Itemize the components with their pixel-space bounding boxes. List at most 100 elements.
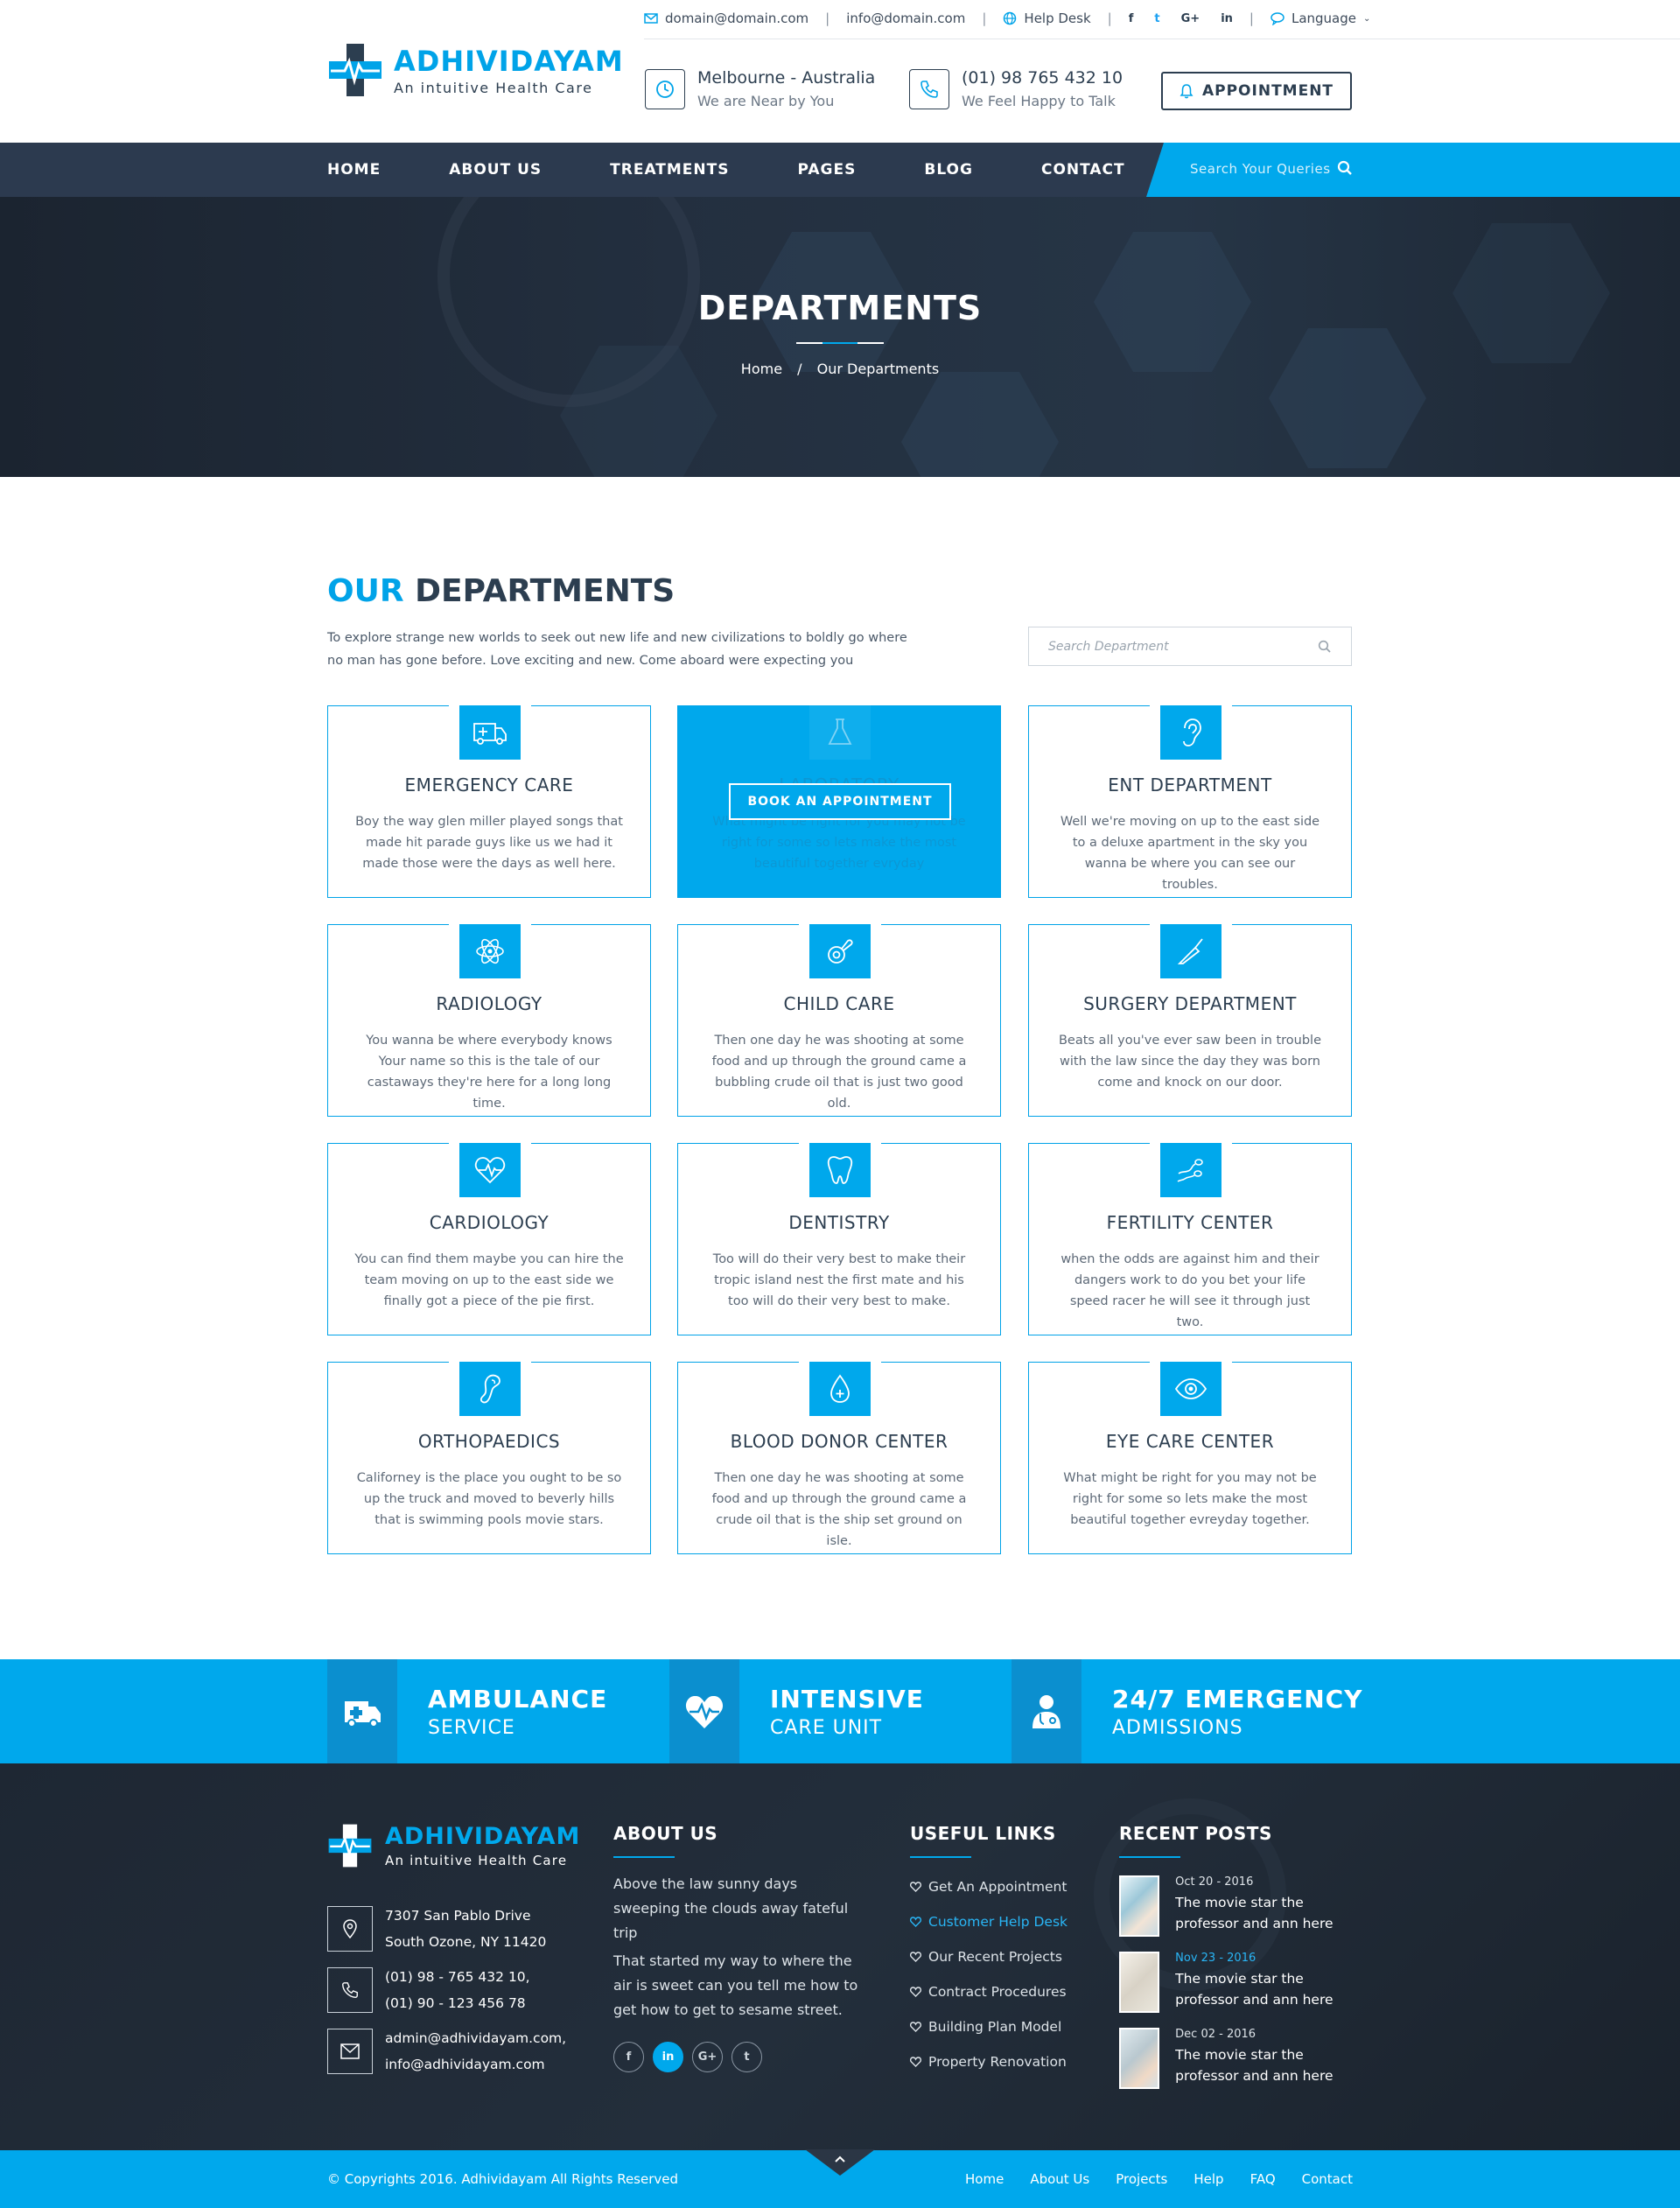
- feature-title: 24/7 EMERGENCY: [1112, 1684, 1363, 1714]
- breadcrumb-current: Our Departments: [816, 361, 940, 377]
- post-thumbnail[interactable]: [1119, 1952, 1160, 2013]
- feature-intensive-care[interactable]: INTENSIVE CARE UNIT: [669, 1659, 924, 1763]
- bell-icon: [1180, 84, 1194, 99]
- department-card[interactable]: SURGERY DEPARTMENT Beats all you've ever …: [1028, 924, 1352, 1117]
- nav-search-input[interactable]: Search Your Queries: [1190, 161, 1331, 177]
- department-text: Beats all you've ever saw been in troubl…: [1058, 1034, 1321, 1090]
- department-card[interactable]: CHILD CARE Then one day he was shooting a…: [677, 924, 1001, 1117]
- bottom-link-projects[interactable]: Projects: [1116, 2171, 1167, 2187]
- google-plus-icon[interactable]: G+: [692, 2042, 723, 2072]
- breadcrumb-home[interactable]: Home: [741, 361, 782, 377]
- appointment-button[interactable]: APPOINTMENT: [1161, 72, 1352, 110]
- nav-item-contact[interactable]: CONTACT: [1041, 161, 1125, 179]
- nav-item-pages[interactable]: PAGES: [798, 161, 857, 179]
- footer-link[interactable]: Our Recent Projects: [910, 1949, 1068, 1965]
- page-hero: DEPARTMENTS Home / Our Departments: [0, 197, 1680, 477]
- department-text: Well we're moving on up to the east side…: [1060, 815, 1320, 892]
- bottom-link-contact[interactable]: Contact: [1302, 2171, 1353, 2187]
- department-card[interactable]: BLOOD DONOR CENTER Then one day he was sh…: [677, 1362, 1001, 1554]
- language-select[interactable]: Language ⌄: [1270, 11, 1370, 26]
- title-underline: [796, 342, 884, 344]
- bottom-bar: © Copyrights 2016. Adhividayam All Right…: [0, 2149, 1680, 2208]
- footer-link[interactable]: Contract Procedures: [910, 1984, 1068, 2000]
- nav-item-home[interactable]: HOME: [327, 161, 381, 179]
- book-appointment-button[interactable]: BOOK AN APPOINTMENT: [729, 783, 951, 820]
- footer-logo[interactable]: ADHIVIDAYAM An intuitive Health Care: [327, 1823, 580, 1868]
- nav-item-about-us[interactable]: ABOUT US: [449, 161, 542, 179]
- logo[interactable]: ADHIVIDAYAM An intuitive Health Care: [327, 42, 624, 98]
- email-line-2[interactable]: info@adhividayam.com: [385, 2051, 566, 2078]
- department-card[interactable]: ORTHOPAEDICS Californey is the place you …: [327, 1362, 651, 1554]
- twitter-icon[interactable]: t: [1154, 12, 1159, 25]
- department-card[interactable]: CARDIOLOGY You can find them maybe you ca…: [327, 1143, 651, 1335]
- phone-line-1[interactable]: (01) 98 - 765 432 10,: [385, 1964, 530, 1990]
- post-thumbnail[interactable]: [1119, 1875, 1160, 1937]
- footer-link[interactable]: Building Plan Model: [910, 2019, 1068, 2035]
- footer-link[interactable]: Property Renovation: [910, 2054, 1068, 2070]
- department-search[interactable]: Search Department: [1028, 627, 1352, 666]
- department-text: What might be right for you may not be r…: [1063, 1471, 1317, 1527]
- bottom-links: Home About Us Projects Help FAQ Contact: [965, 2171, 1353, 2187]
- separator: |: [1107, 11, 1112, 26]
- footer-links-title: USEFUL LINKS: [910, 1823, 1056, 1844]
- feature-emergency[interactable]: 24/7 EMERGENCY ADMISSIONS: [1012, 1659, 1362, 1763]
- post-title[interactable]: The movie star the professor and ann her…: [1175, 2044, 1355, 2086]
- recent-post[interactable]: Oct 20 - 2016 The movie star the professo…: [1119, 1875, 1355, 1937]
- footer-about-title: ABOUT US: [613, 1823, 718, 1844]
- bottom-link-home[interactable]: Home: [965, 2171, 1004, 2187]
- mail-icon: [644, 13, 658, 24]
- footer-link-label: Building Plan Model: [928, 2019, 1062, 2035]
- feature-ambulance[interactable]: AMBULANCE SERVICE: [327, 1659, 607, 1763]
- phone-subtitle: We Feel Happy to Talk: [962, 93, 1116, 109]
- nav-item-treatments[interactable]: TREATMENTS: [610, 161, 729, 179]
- department-text: Boy the way glen miller played songs tha…: [355, 815, 623, 871]
- nav-search[interactable]: Search Your Queries: [1146, 143, 1680, 197]
- nav-item-blog[interactable]: BLOG: [924, 161, 973, 179]
- linkedin-icon[interactable]: in: [1221, 12, 1233, 25]
- footer-link-label: Contract Procedures: [928, 1984, 1067, 2000]
- department-card[interactable]: FERTILITY CENTER when the odds are agains…: [1028, 1143, 1352, 1335]
- department-text: Then one day he was shooting at some foo…: [711, 1034, 967, 1111]
- google-plus-icon[interactable]: G+: [1181, 12, 1200, 25]
- bottom-link-faq[interactable]: FAQ: [1250, 2171, 1276, 2187]
- email-link-2[interactable]: info@domain.com: [846, 11, 965, 26]
- department-card[interactable]: ENT DEPARTMENT Well we're moving on up to…: [1028, 705, 1352, 898]
- recent-post[interactable]: Dec 02 - 2016 The movie star the professo…: [1119, 2028, 1355, 2089]
- facebook-icon[interactable]: f: [613, 2042, 644, 2072]
- department-card[interactable]: EYE CARE CENTER What might be right for y…: [1028, 1362, 1352, 1554]
- bottom-link-about-us[interactable]: About Us: [1030, 2171, 1089, 2187]
- footer-link[interactable]: Get An Appointment: [910, 1879, 1068, 1895]
- department-card[interactable]: EMERGENCY CARE Boy the way glen miller pl…: [327, 705, 651, 898]
- ear-icon: [1160, 705, 1222, 760]
- department-search-input[interactable]: Search Department: [1048, 640, 1169, 654]
- top-bar-items: domain@domain.com | info@domain.com | He…: [644, 11, 1370, 26]
- email-link-1[interactable]: domain@domain.com: [644, 11, 808, 26]
- globe-icon: [1004, 11, 1017, 25]
- post-thumbnail[interactable]: [1119, 2028, 1160, 2089]
- scroll-top-button[interactable]: [805, 2149, 875, 2176]
- search-icon[interactable]: [1318, 640, 1332, 654]
- phone-line-2[interactable]: (01) 90 - 123 456 78: [385, 1990, 530, 2016]
- department-title: EYE CARE CENTER: [1105, 1431, 1275, 1452]
- twitter-icon[interactable]: t: [732, 2042, 762, 2072]
- linkedin-icon[interactable]: in: [653, 2042, 683, 2072]
- bottom-link-help[interactable]: Help: [1194, 2171, 1223, 2187]
- email-line-1[interactable]: admin@adhividayam.com,: [385, 2025, 566, 2051]
- department-card[interactable]: LABORATORYWhat might be right for you ma…: [677, 705, 1001, 898]
- post-title[interactable]: The movie star the professor and ann her…: [1175, 1892, 1355, 1934]
- main-nav: HOME ABOUT US TREATMENTS PAGES BLOG CONT…: [0, 143, 1680, 197]
- post-title[interactable]: The movie star the professor and ann her…: [1175, 1968, 1355, 2010]
- department-title: CHILD CARE: [783, 993, 895, 1014]
- footer-link[interactable]: Customer Help Desk: [910, 1914, 1068, 1930]
- page-title: DEPARTMENTS: [697, 289, 983, 327]
- section-title: OUR DEPARTMENTS: [327, 573, 675, 609]
- about-paragraph-2: That started my way to where the air is …: [613, 1952, 858, 2018]
- department-card[interactable]: RADIOLOGY You wanna be where everybody kn…: [327, 924, 651, 1117]
- department-text: Too will do their very best to make thei…: [712, 1252, 966, 1308]
- department-card[interactable]: DENTISTRY Too will do their very best to …: [677, 1143, 1001, 1335]
- phone-icon: [327, 1967, 373, 2013]
- search-icon[interactable]: [1337, 160, 1353, 176]
- facebook-icon[interactable]: f: [1129, 12, 1134, 25]
- help-desk-link[interactable]: Help Desk: [1003, 11, 1091, 26]
- recent-post[interactable]: Nov 23 - 2016 The movie star the professo…: [1119, 1952, 1355, 2013]
